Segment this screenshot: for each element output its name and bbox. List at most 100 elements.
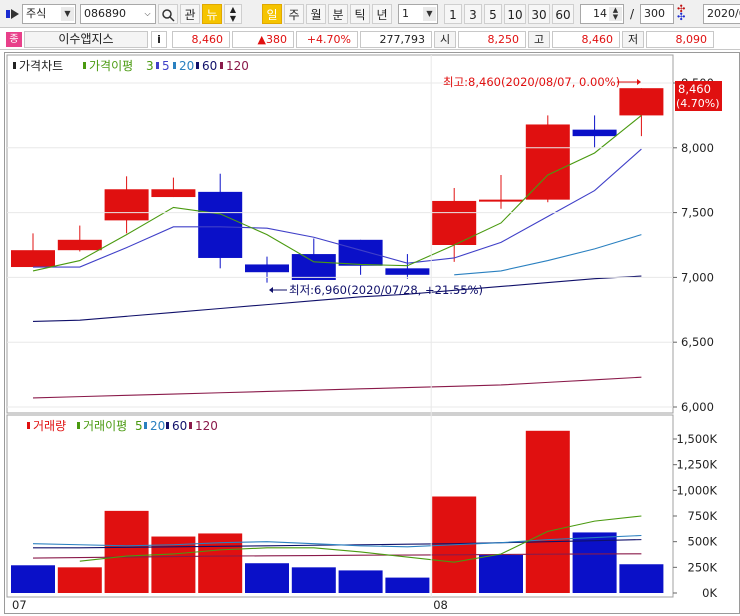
legend-vma60: 60 (172, 419, 187, 433)
price-change: ▲380 (232, 31, 294, 48)
candle-body (151, 189, 196, 198)
legend-ma5: 5 (162, 59, 170, 73)
legend-swatch (13, 62, 16, 69)
chevron-down-icon: ▼ (61, 7, 74, 21)
search-button[interactable] (158, 4, 178, 24)
updown-stepper[interactable]: ▲ ▼ (224, 4, 242, 24)
volume-tick-label: 0K (702, 586, 717, 600)
total-count-field[interactable]: 300 (640, 4, 674, 24)
legend-ma120: 120 (226, 59, 249, 73)
low-value: 8,090 (646, 31, 714, 48)
price-change-pct: +4.70% (296, 31, 358, 48)
candle-body (198, 191, 243, 258)
chart-panel[interactable]: 가격차트 가격이평 3 5 20 60 120 거래량 거래이평 5 20 60… (4, 52, 740, 614)
candle-body (104, 189, 149, 221)
volume-bar (385, 577, 430, 593)
spin-icon: ▲ ▼ (609, 7, 622, 21)
legend-volume-title: 거래량 (33, 419, 66, 433)
date-field[interactable]: 2020/0 (703, 4, 740, 24)
tab-week[interactable]: 주 (284, 4, 304, 24)
settings-icon[interactable]: ✣ ✣ (677, 5, 685, 23)
code-input[interactable]: 086890 ⌵ (80, 4, 156, 24)
candle-body (385, 268, 430, 275)
tab-month[interactable]: 월 (306, 4, 326, 24)
high-value: 8,460 (552, 31, 620, 48)
candle-body (291, 254, 336, 280)
candle-body (525, 124, 570, 200)
legend-swatch (166, 422, 169, 429)
volume-bar (619, 564, 664, 593)
volume-plot (11, 430, 664, 593)
candle-body (11, 250, 55, 268)
volume-tick-label: 1,500K (677, 432, 718, 446)
volume-tick-label: 750K (688, 509, 718, 523)
high-annotation-arrowhead (637, 79, 641, 85)
legend-price-title: 가격차트 (19, 59, 63, 73)
chevron-down-icon: ⌵ (141, 7, 154, 21)
chevron-down-icon: ▼ (423, 7, 436, 21)
news-button[interactable]: 뉴 (202, 4, 222, 24)
legend-ma60: 60 (202, 59, 217, 73)
chart-svg[interactable]: 가격차트 가격이평 3 5 20 60 120 거래량 거래이평 5 20 60… (5, 53, 739, 613)
tab-minute[interactable]: 분 (328, 4, 348, 24)
last-price-pct: (4.70%) (676, 97, 720, 110)
legend-swatch (173, 62, 176, 69)
total-count-value: 300 (644, 7, 665, 20)
legend-vma-label: 거래이평 (83, 419, 127, 433)
price-plot (11, 88, 664, 399)
quote-bar: 종 이수앱지스 i 8,460 ▲380 +4.70% 277,793 시 8,… (0, 28, 740, 50)
legend-swatch (220, 62, 223, 69)
stock-type-badge: 종 (6, 32, 22, 47)
info-button[interactable]: i (151, 31, 167, 48)
company-name-label: 이수앱지스 (58, 32, 114, 46)
tab-year[interactable]: 년 (372, 4, 392, 24)
toolbar: 주식 ▼ 086890 ⌵ 관 뉴 ▲ ▼ 일 주 월 분 틱 년 1 ▼ 1 3… (0, 0, 740, 28)
low-label: 저 (622, 31, 644, 48)
high-label: 고 (528, 31, 550, 48)
tab-day[interactable]: 일 (262, 4, 282, 24)
period-10[interactable]: 10 (504, 4, 526, 24)
legend-ma-label: 가격이평 (89, 59, 133, 73)
count-value: 14 (593, 7, 607, 20)
volume-bar (104, 510, 149, 593)
legend-swatch (196, 62, 199, 69)
legend-swatch (156, 62, 159, 69)
volume-bar (245, 563, 289, 593)
company-name[interactable]: 이수앱지스 (24, 31, 148, 48)
volume-tick-label: 1,250K (677, 458, 718, 472)
count-stepper[interactable]: 14 ▲ ▼ (580, 4, 624, 24)
legend-vma20: 20 (150, 419, 165, 433)
legend-vma5: 5 (135, 419, 143, 433)
legend-swatch (144, 422, 147, 429)
volume-bar (291, 567, 336, 593)
interest-button[interactable]: 관 (180, 4, 200, 24)
period-60[interactable]: 60 (552, 4, 574, 24)
market-select-value: 주식 (26, 7, 47, 20)
high-annotation: 최고:8,460(2020/08/07, 0.00%) (443, 75, 620, 89)
period-3[interactable]: 3 (464, 4, 482, 24)
legend-vma120: 120 (195, 419, 218, 433)
date-value: 2020/0 (707, 7, 740, 20)
tab-tick[interactable]: 틱 (350, 4, 370, 24)
period-5[interactable]: 5 (484, 4, 502, 24)
chart-type-icon[interactable] (6, 8, 20, 20)
x-tick-label: 07 (12, 598, 27, 612)
period-select[interactable]: 1 ▼ (398, 4, 438, 24)
period-30[interactable]: 30 (528, 4, 550, 24)
open-value: 8,250 (458, 31, 526, 48)
price-tick-label: 8,000 (681, 141, 714, 155)
volume-legend: 거래량 거래이평 5 20 60 120 (27, 419, 218, 433)
candle-body (338, 239, 383, 266)
period-select-value: 1 (402, 7, 409, 20)
last-price: 8,460 (678, 82, 711, 96)
candle-body (245, 264, 289, 273)
market-select[interactable]: 주식 ▼ (22, 4, 76, 24)
candle-body (57, 239, 102, 251)
last-price-box: 8,460 (4.70%) (675, 81, 722, 111)
period-1[interactable]: 1 (444, 4, 462, 24)
price-pane[interactable] (6, 54, 674, 414)
x-tick-label: 08 (433, 598, 448, 612)
price-tick-label: 6,000 (681, 400, 714, 414)
volume-tick-label: 500K (688, 535, 718, 549)
candle-body (619, 88, 664, 116)
